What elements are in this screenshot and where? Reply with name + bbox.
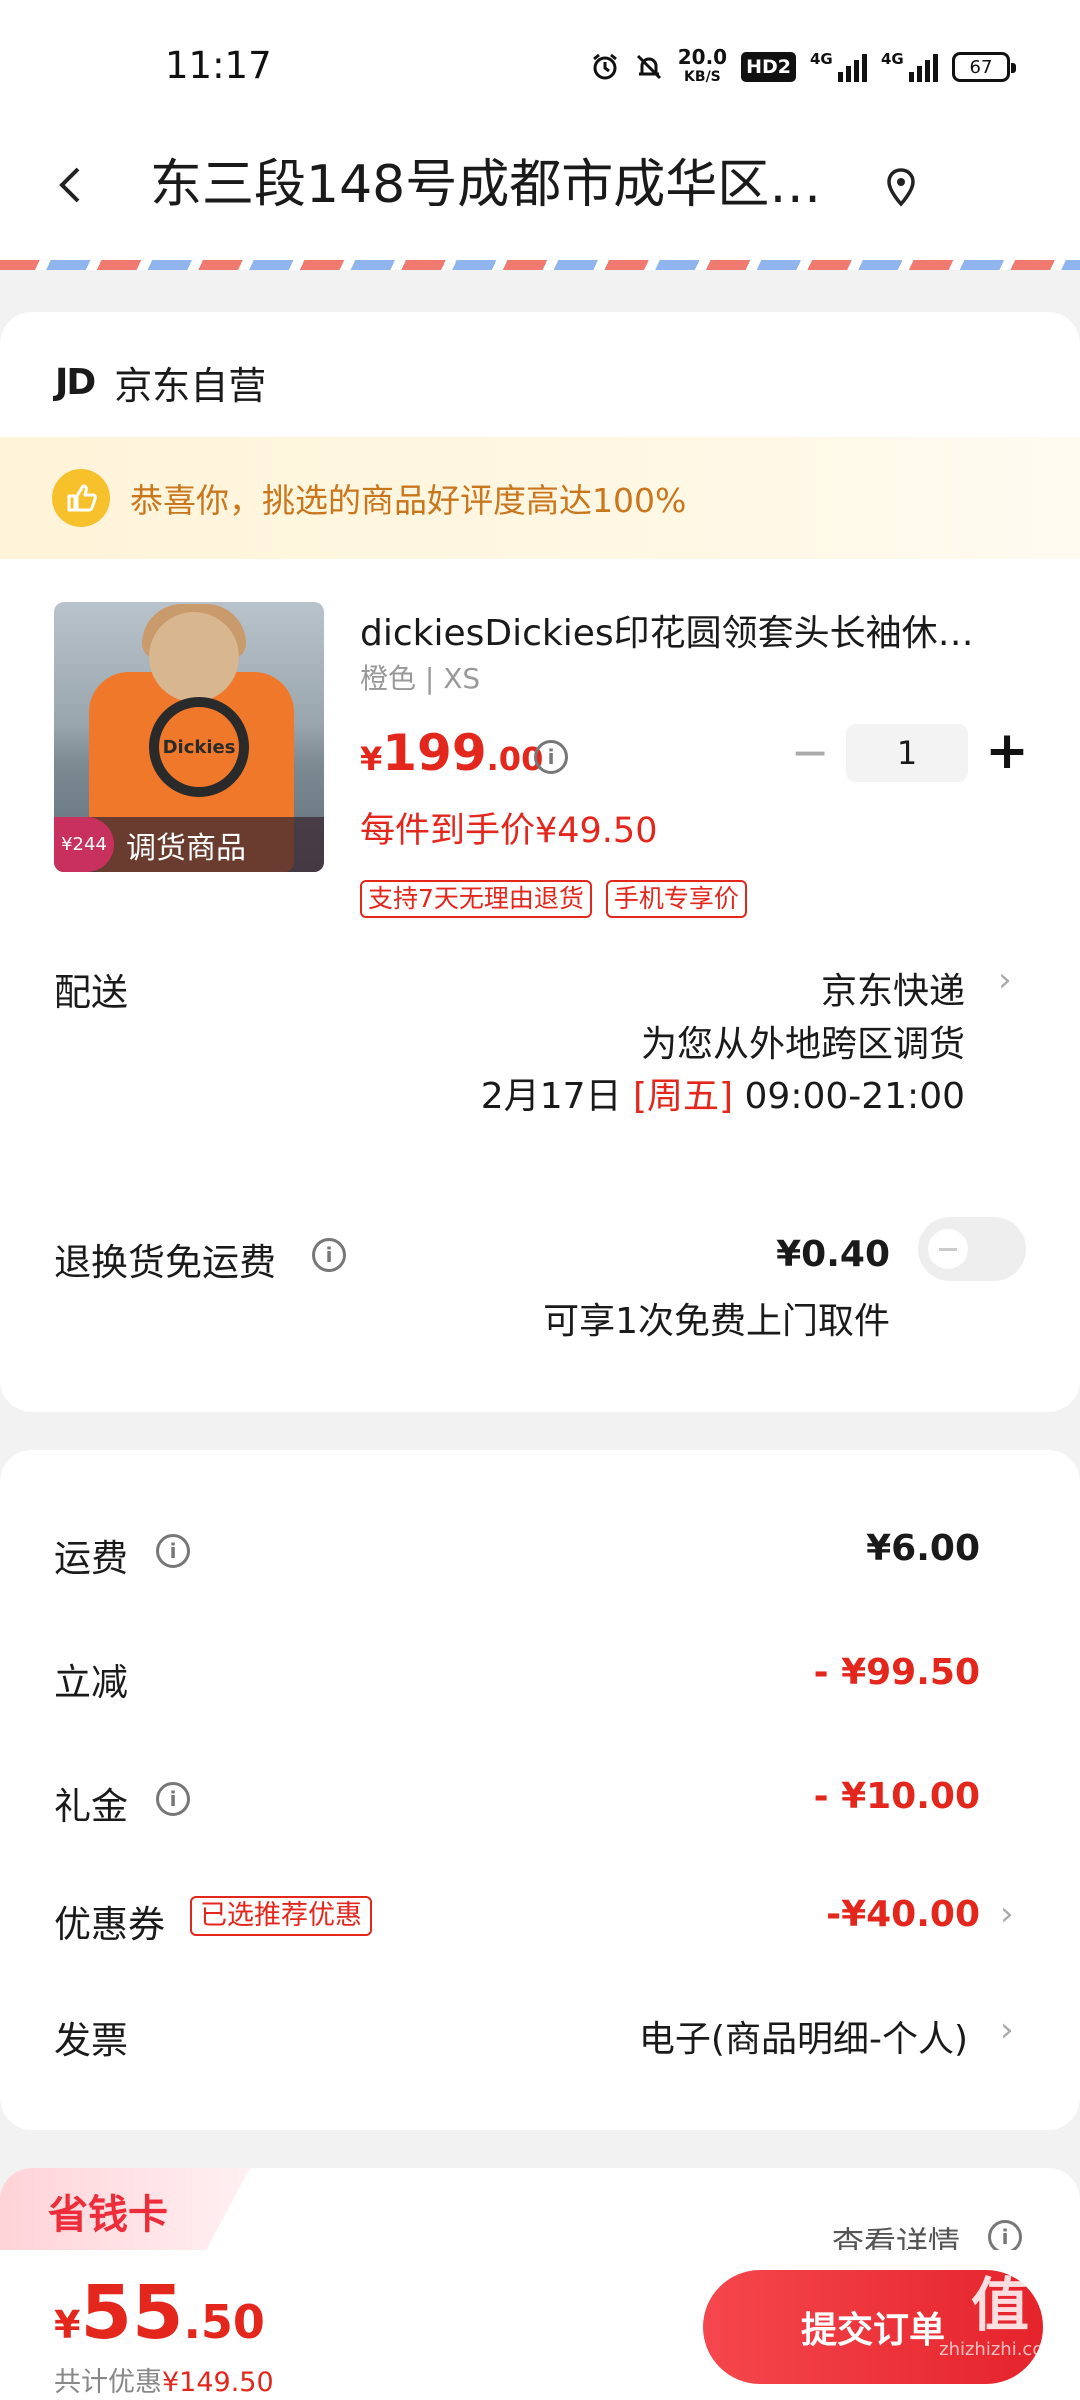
shipping-value: ¥6.00 (866, 1528, 980, 1569)
delivery-label: 配送 (54, 971, 128, 1014)
status-bar: 11:17 20.0 KB/S HD2 4G 4G 67 (0, 0, 1080, 120)
coupon-label: 优惠券 (54, 1903, 165, 1946)
shop-row: JD 京东自营 (55, 352, 266, 412)
price-info-icon[interactable]: i (534, 740, 568, 774)
product-tags: 支持7天无理由退货 手机专享价 (360, 880, 747, 918)
location-pin-icon[interactable] (883, 160, 919, 216)
signal-icon: 4G (810, 50, 867, 82)
delivery-method[interactable]: 京东快递 (821, 962, 965, 1014)
coupon-chevron-icon[interactable]: › (1000, 1894, 1014, 1934)
jd-logo: JD (55, 361, 96, 403)
tag-mobile-price: 手机专享价 (605, 880, 747, 918)
invoice-label: 发票 (54, 2019, 128, 2062)
hd-badge: HD2 (741, 52, 796, 82)
gift-label: 礼金 (54, 1785, 128, 1828)
product-spec[interactable]: 橙色 | XS (360, 657, 480, 697)
total-price: ¥55.50 (54, 2270, 265, 2356)
watermark: 值 zhizhizhi.com (939, 2271, 1061, 2360)
discount-value: - ¥99.50 (813, 1652, 980, 1693)
delivery-note: 为您从外地跨区调货 (640, 1024, 965, 1065)
mute-bell-icon (634, 52, 664, 82)
coupon-value[interactable]: -¥40.00 (826, 1894, 980, 1935)
return-insurance-label: 退换货免运费 (54, 1241, 276, 1284)
image-badge-price: ¥244 (54, 817, 114, 872)
status-icons: 20.0 KB/S HD2 4G 4G 67 (590, 42, 1016, 92)
airmail-stripe (0, 260, 1080, 270)
gift-info-icon[interactable]: i (156, 1782, 190, 1816)
invoice-chevron-icon[interactable]: › (1000, 2010, 1014, 2050)
quantity-minus-button[interactable]: − (790, 729, 830, 775)
shipping-info-icon[interactable]: i (156, 1534, 190, 1568)
product-price: ¥199.00 (360, 724, 544, 782)
total-discount: 共计优惠¥149.50 (54, 2367, 274, 2398)
product-logo: Dickies (149, 697, 249, 797)
delivery-date: 2月17日 [周五] 09:00-21:00 (480, 1076, 965, 1117)
tag-return-policy: 支持7天无理由退货 (360, 880, 592, 918)
checkout-bar: ¥55.50 共计优惠¥149.50 提交订单 值 zhizhizhi.com (0, 2250, 1080, 2400)
saver-card-title: 省钱卡 (48, 2192, 168, 2238)
image-badge-tag: 调货商品 (126, 830, 246, 866)
quantity-input[interactable]: 1 (846, 724, 968, 782)
signal-icon-2: 4G (881, 50, 938, 82)
alarm-icon (590, 52, 620, 82)
order-card: JD 京东自营 恭喜你，挑选的商品好评度高达100% Dickies ¥244 … (0, 312, 1080, 1412)
product-head (149, 612, 239, 702)
back-icon[interactable] (50, 155, 90, 215)
net-speed: 20.0 KB/S (677, 45, 728, 85)
delivery-chevron-icon[interactable]: › (998, 960, 1012, 1000)
unit-price: 每件到手价¥49.50 (360, 811, 658, 851)
discount-label: 立减 (54, 1661, 128, 1704)
shipping-label: 运费 (54, 1537, 128, 1580)
coupon-tag: 已选推荐优惠 (190, 1896, 372, 1936)
return-insurance-price: ¥0.40 (776, 1234, 890, 1275)
return-insurance-toggle[interactable] (918, 1217, 1026, 1281)
praise-banner: 恭喜你，挑选的商品好评度高达100% (0, 437, 1080, 559)
fees-card: 运费 i ¥6.00 立减 - ¥99.50 礼金 i - ¥10.00 优惠券… (0, 1450, 1080, 2130)
product-title[interactable]: dickiesDickies印花圆领套头长袖休… (360, 604, 1010, 656)
header: 东三段148号成都市成华区… (0, 120, 1080, 270)
battery-icon: 67 (952, 52, 1016, 82)
invoice-value[interactable]: 电子(商品明细-个人) (639, 2010, 968, 2062)
saver-card-info-icon[interactable]: i (988, 2220, 1022, 2254)
toggle-knob (928, 1229, 968, 1269)
status-time: 11:17 (165, 44, 272, 87)
praise-text: 恭喜你，挑选的商品好评度高达100% (130, 481, 687, 520)
shop-name: 京东自营 (114, 363, 267, 408)
delivery-address[interactable]: 东三段148号成都市成华区… (150, 150, 850, 220)
image-badge: ¥244 调货商品 (54, 817, 324, 872)
gift-value: - ¥10.00 (813, 1776, 980, 1817)
product-image[interactable]: Dickies ¥244 调货商品 (54, 602, 324, 872)
quantity-plus-button[interactable]: + (985, 725, 1029, 777)
return-insurance-note: 可享1次免费上门取件 (543, 1301, 890, 1342)
thumbs-up-icon (52, 469, 110, 527)
return-insurance-info-icon[interactable]: i (312, 1238, 346, 1272)
